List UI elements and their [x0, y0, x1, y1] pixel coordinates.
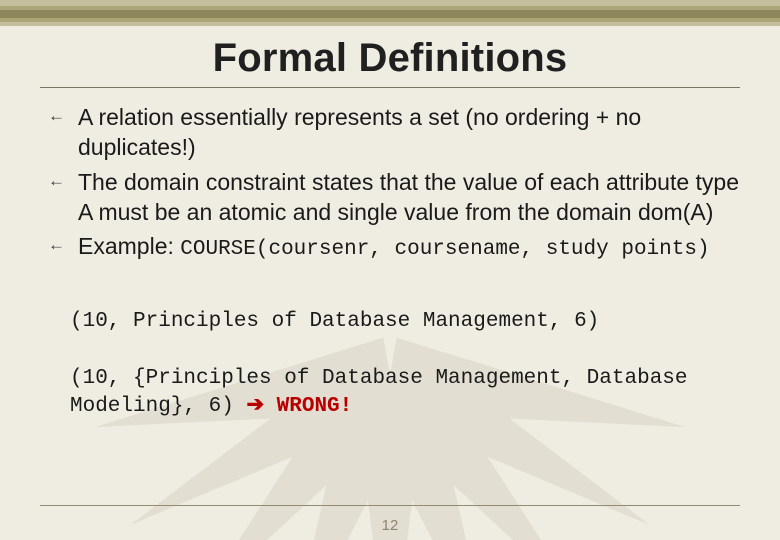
code-inline: COURSE(coursenr, coursename, study point…	[180, 238, 709, 261]
slide-number: 12	[0, 517, 780, 534]
wrong-label: WRONG!	[264, 395, 352, 418]
example-wrong: (10, {Principles of Database Management,…	[70, 365, 740, 420]
slide-container: Formal Definitions A relation essentiall…	[0, 0, 780, 540]
top-border-decoration	[0, 0, 780, 26]
content-area: Formal Definitions A relation essentiall…	[0, 26, 780, 420]
example-wrong-prefix: Modeling}, 6)	[70, 395, 246, 418]
bullet-text: Example:	[78, 233, 180, 259]
arrow-right-icon: ➔	[246, 395, 264, 418]
slide-title: Formal Definitions	[40, 36, 740, 81]
bullet-list: A relation essentially represents a set …	[40, 102, 740, 264]
example-wrong-line1: (10, {Principles of Database Management,…	[70, 365, 740, 392]
example-wrong-line2: Modeling}, 6) ➔ WRONG!	[70, 393, 740, 420]
bullet-item: Example: COURSE(coursenr, coursename, st…	[46, 231, 740, 264]
bullet-item: A relation essentially represents a set …	[46, 102, 740, 163]
footer-rule	[40, 505, 740, 506]
title-rule	[40, 87, 740, 88]
example-ok: (10, Principles of Database Management, …	[70, 308, 740, 335]
bullet-item: The domain constraint states that the va…	[46, 167, 740, 228]
examples-block: (10, Principles of Database Management, …	[40, 308, 740, 420]
